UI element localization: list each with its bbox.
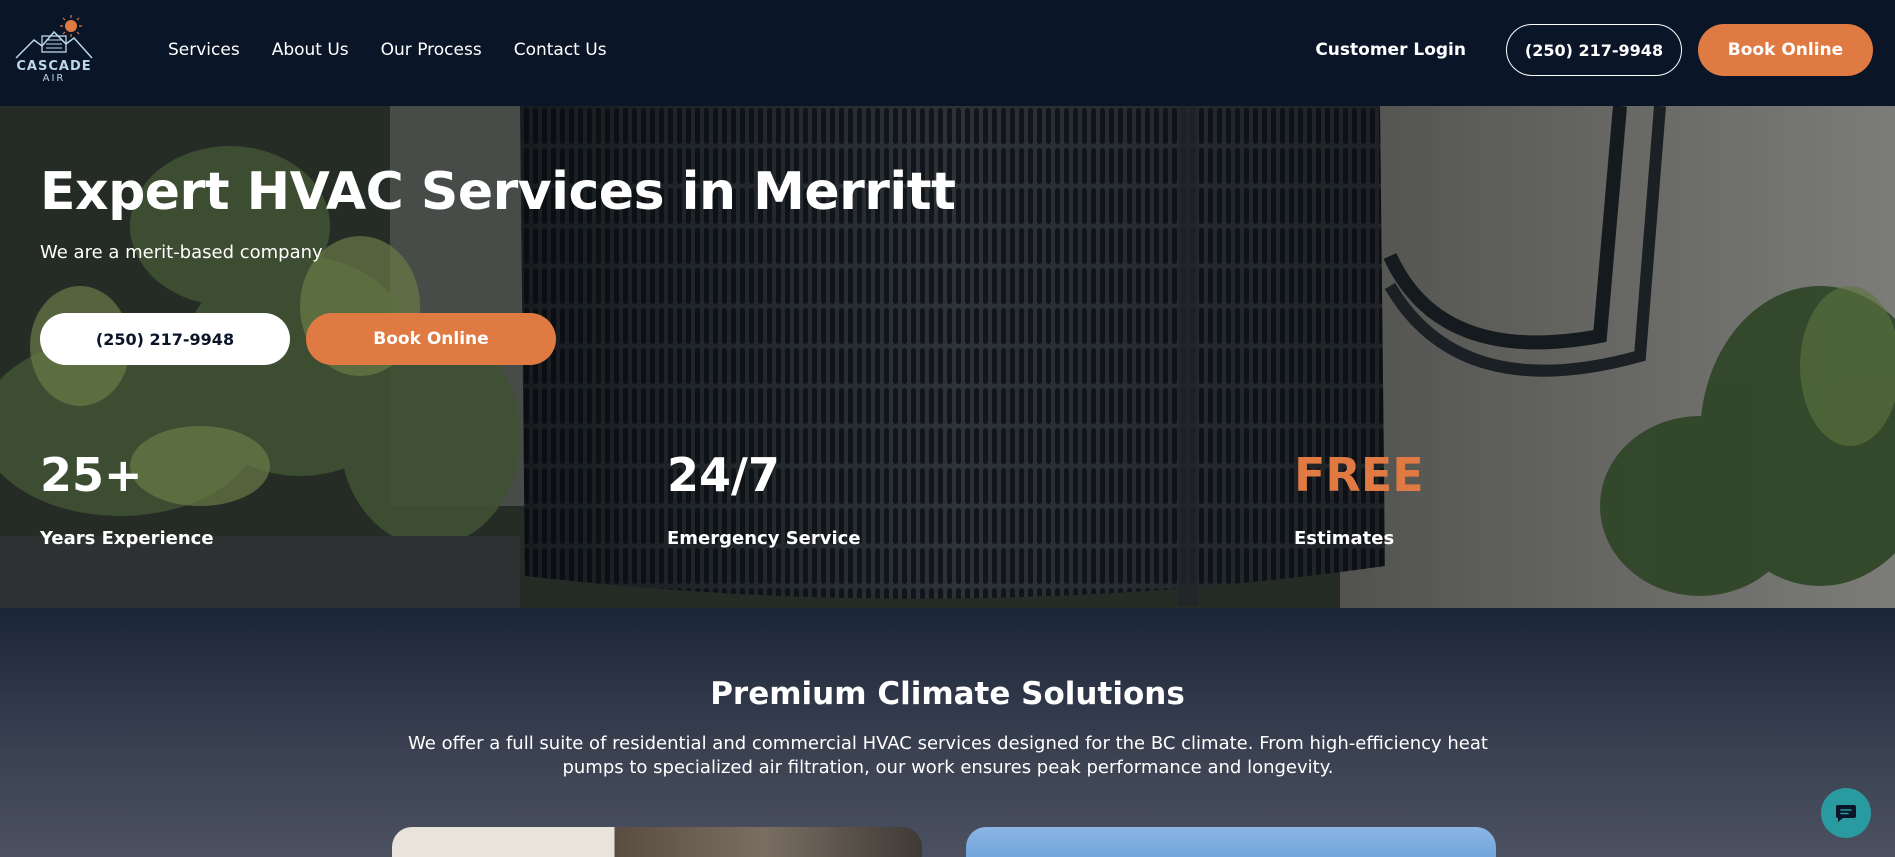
stat-label: Estimates: [1294, 528, 1395, 549]
section-title: Premium Climate Solutions: [710, 676, 1185, 712]
chat-bubble-icon: [1836, 805, 1856, 822]
stat-label: Emergency Service: [667, 528, 861, 549]
hero-subtitle: We are a merit-based company: [40, 242, 323, 263]
stat-emergency-service: 24/7 Emergency Service: [667, 452, 861, 549]
brand-sub: AIR: [42, 73, 66, 84]
nav-link-services[interactable]: Services: [168, 40, 240, 60]
brand-logo[interactable]: CASCADE AIR: [14, 12, 94, 84]
stat-value: 25+: [40, 448, 143, 502]
hero-section: Expert HVAC Services in Merritt We are a…: [0, 106, 1895, 608]
mountain-sun-icon: [15, 15, 93, 59]
stat-years-experience: 25+ Years Experience: [40, 452, 214, 549]
hero-book-online-button[interactable]: Book Online: [306, 313, 556, 365]
customer-login-link[interactable]: Customer Login: [1315, 40, 1466, 60]
top-navigation: CASCADE AIR Services About Us Our Proces…: [0, 0, 1895, 106]
nav-link-our-process[interactable]: Our Process: [381, 40, 482, 60]
nav-phone-button[interactable]: (250) 217-9948: [1506, 24, 1682, 76]
service-card-image[interactable]: [966, 827, 1496, 857]
section-description: We offer a full suite of residential and…: [408, 733, 1488, 778]
nav-links: Services About Us Our Process Contact Us: [168, 40, 607, 60]
nav-link-about-us[interactable]: About Us: [272, 40, 349, 60]
nav-book-online-button[interactable]: Book Online: [1698, 24, 1873, 76]
stat-label: Years Experience: [40, 528, 214, 549]
nav-actions: Customer Login (250) 217-9948 Book Onlin…: [1315, 24, 1873, 76]
chat-button[interactable]: [1821, 788, 1871, 838]
service-card-image[interactable]: [392, 827, 922, 857]
brand-name: CASCADE: [16, 59, 92, 74]
stat-value: FREE: [1294, 448, 1424, 502]
stat-value: 24/7: [667, 448, 780, 502]
nav-link-contact-us[interactable]: Contact Us: [514, 40, 607, 60]
hero-phone-button[interactable]: (250) 217-9948: [40, 313, 290, 365]
services-section: Premium Climate Solutions We offer a ful…: [0, 608, 1895, 857]
stat-free-estimates: FREE Estimates: [1294, 452, 1424, 549]
hero-title: Expert HVAC Services in Merritt: [40, 162, 956, 222]
